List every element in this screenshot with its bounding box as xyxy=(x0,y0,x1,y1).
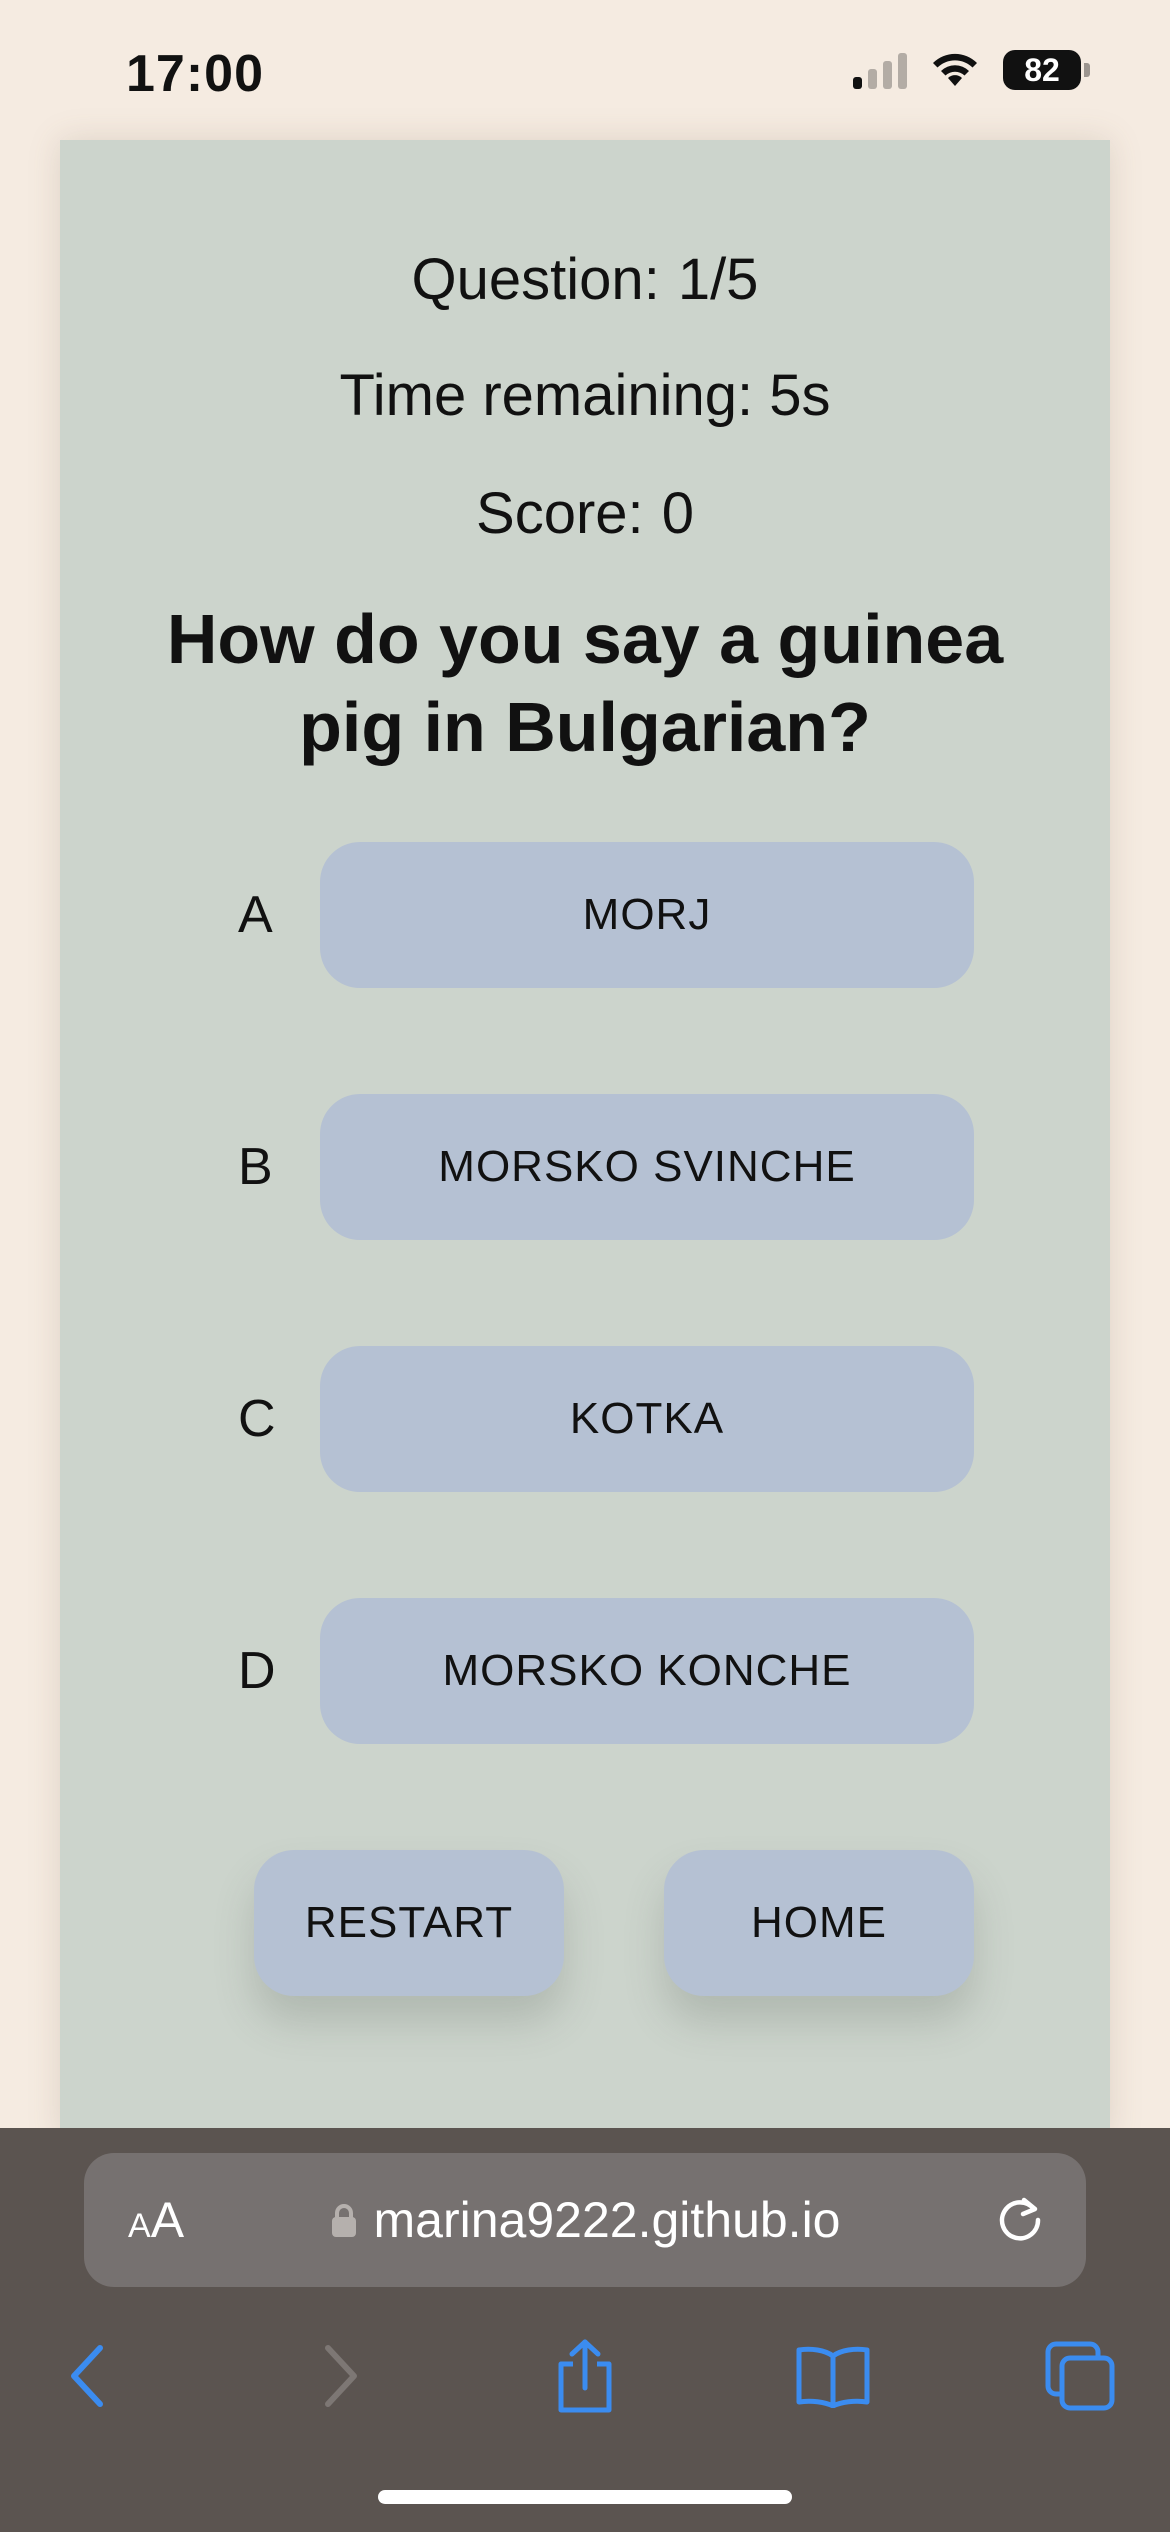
restart-button[interactable]: RESTART xyxy=(254,1850,564,1996)
battery-icon: 82 xyxy=(1003,50,1090,90)
option-row-d: D MORSKO KONCHE xyxy=(60,1598,1110,1744)
forward-icon xyxy=(325,2345,357,2407)
share-icon xyxy=(558,2339,612,2413)
option-letter: C xyxy=(238,1390,276,1448)
option-letter: B xyxy=(238,1138,273,1196)
share-button[interactable] xyxy=(535,2326,635,2426)
score: Score: 0 xyxy=(60,480,1110,547)
status-time: 17:00 xyxy=(126,45,264,103)
home-button[interactable]: HOME xyxy=(664,1850,974,1996)
question-counter: Question: 1/5 xyxy=(60,246,1110,313)
reload-icon[interactable] xyxy=(994,2194,1046,2246)
address-bar[interactable]: AA marina9222.github.io xyxy=(84,2153,1086,2287)
url-display[interactable]: marina9222.github.io xyxy=(84,2153,1086,2287)
battery-level: 82 xyxy=(1003,50,1081,90)
score-label: Score: xyxy=(476,481,644,546)
signal-icon xyxy=(853,51,907,89)
answer-button-b[interactable]: MORSKO SVINCHE xyxy=(320,1094,974,1240)
back-icon xyxy=(71,2345,103,2407)
answer-button-d[interactable]: MORSKO KONCHE xyxy=(320,1598,974,1744)
bookmarks-icon xyxy=(796,2346,870,2408)
option-letter: D xyxy=(238,1642,276,1700)
time-remaining: Time remaining: 5s xyxy=(339,363,831,428)
status-icons: 82 xyxy=(853,50,1090,90)
url-text: marina9222.github.io xyxy=(373,2192,841,2248)
option-row-c: C KOTKA xyxy=(60,1346,1110,1492)
answer-button-a[interactable]: MORJ xyxy=(320,842,974,988)
tabs-button[interactable] xyxy=(1030,2326,1130,2426)
tabs-icon xyxy=(1045,2341,1115,2411)
forward-button[interactable] xyxy=(290,2326,390,2426)
question-counter-value: 1/5 xyxy=(677,247,759,312)
home-indicator xyxy=(378,2490,792,2504)
score-value: 0 xyxy=(661,481,694,546)
bookmarks-button[interactable] xyxy=(783,2326,883,2426)
option-row-b: B MORSKO SVINCHE xyxy=(60,1094,1110,1240)
answer-button-c[interactable]: KOTKA xyxy=(320,1346,974,1492)
option-row-a: A MORJ xyxy=(60,842,1110,988)
status-bar: 17:00 82 xyxy=(0,0,1170,140)
option-letter: A xyxy=(238,886,273,944)
quiz-card: Question: 1/5 Time remaining: 5s Score: 0 … xyxy=(60,140,1110,2140)
wifi-icon xyxy=(933,53,977,86)
browser-chrome: AA marina9222.github.io xyxy=(0,2128,1170,2532)
question-text: How do you say a guinea pig in Bulgarian… xyxy=(166,600,1004,766)
back-button[interactable] xyxy=(38,2326,138,2426)
question-counter-label: Question: xyxy=(411,247,660,312)
browser-toolbar xyxy=(0,2316,1170,2436)
lock-icon xyxy=(331,2204,356,2237)
